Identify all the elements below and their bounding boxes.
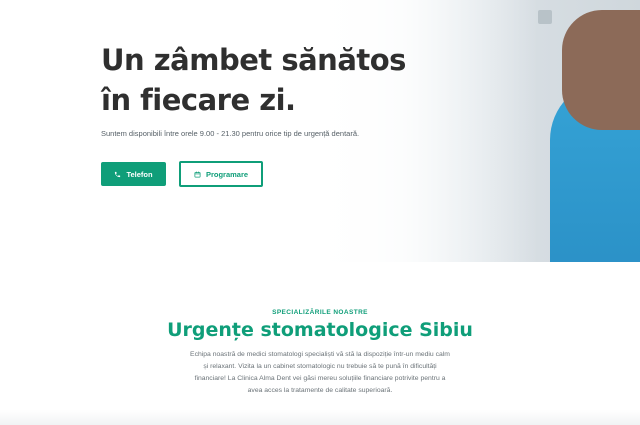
specialties-description: Echipa noastră de medici stomatologi spe… [190, 351, 450, 394]
hero-title-line-1: Un zâmbet sănătos [101, 43, 406, 77]
appointment-button-label: Programare [205, 169, 249, 179]
calendar-icon [194, 171, 201, 178]
section-bottom-shadow [0, 410, 640, 425]
phone-icon [114, 171, 121, 178]
hero-section: Un zâmbet sănătos în fiecare zi. Suntem … [0, 0, 640, 262]
phone-button[interactable]: Telefon [101, 162, 166, 186]
phone-button-label: Telefon [126, 169, 153, 179]
hero-title: Un zâmbet sănătos în fiecare zi. [101, 40, 441, 120]
specialties-title: Urgențe stomatologice Sibiu [167, 319, 473, 341]
hero-title-line-2: în fiecare zi. [101, 83, 296, 117]
hero-subtitle: Suntem disponibili între orele 9.00 - 21… [101, 129, 360, 138]
specialties-eyebrow: SPECIALIZĂRILE NOASTRE [272, 309, 368, 316]
specialties-section [0, 262, 640, 425]
appointment-button[interactable]: Programare [179, 161, 263, 187]
